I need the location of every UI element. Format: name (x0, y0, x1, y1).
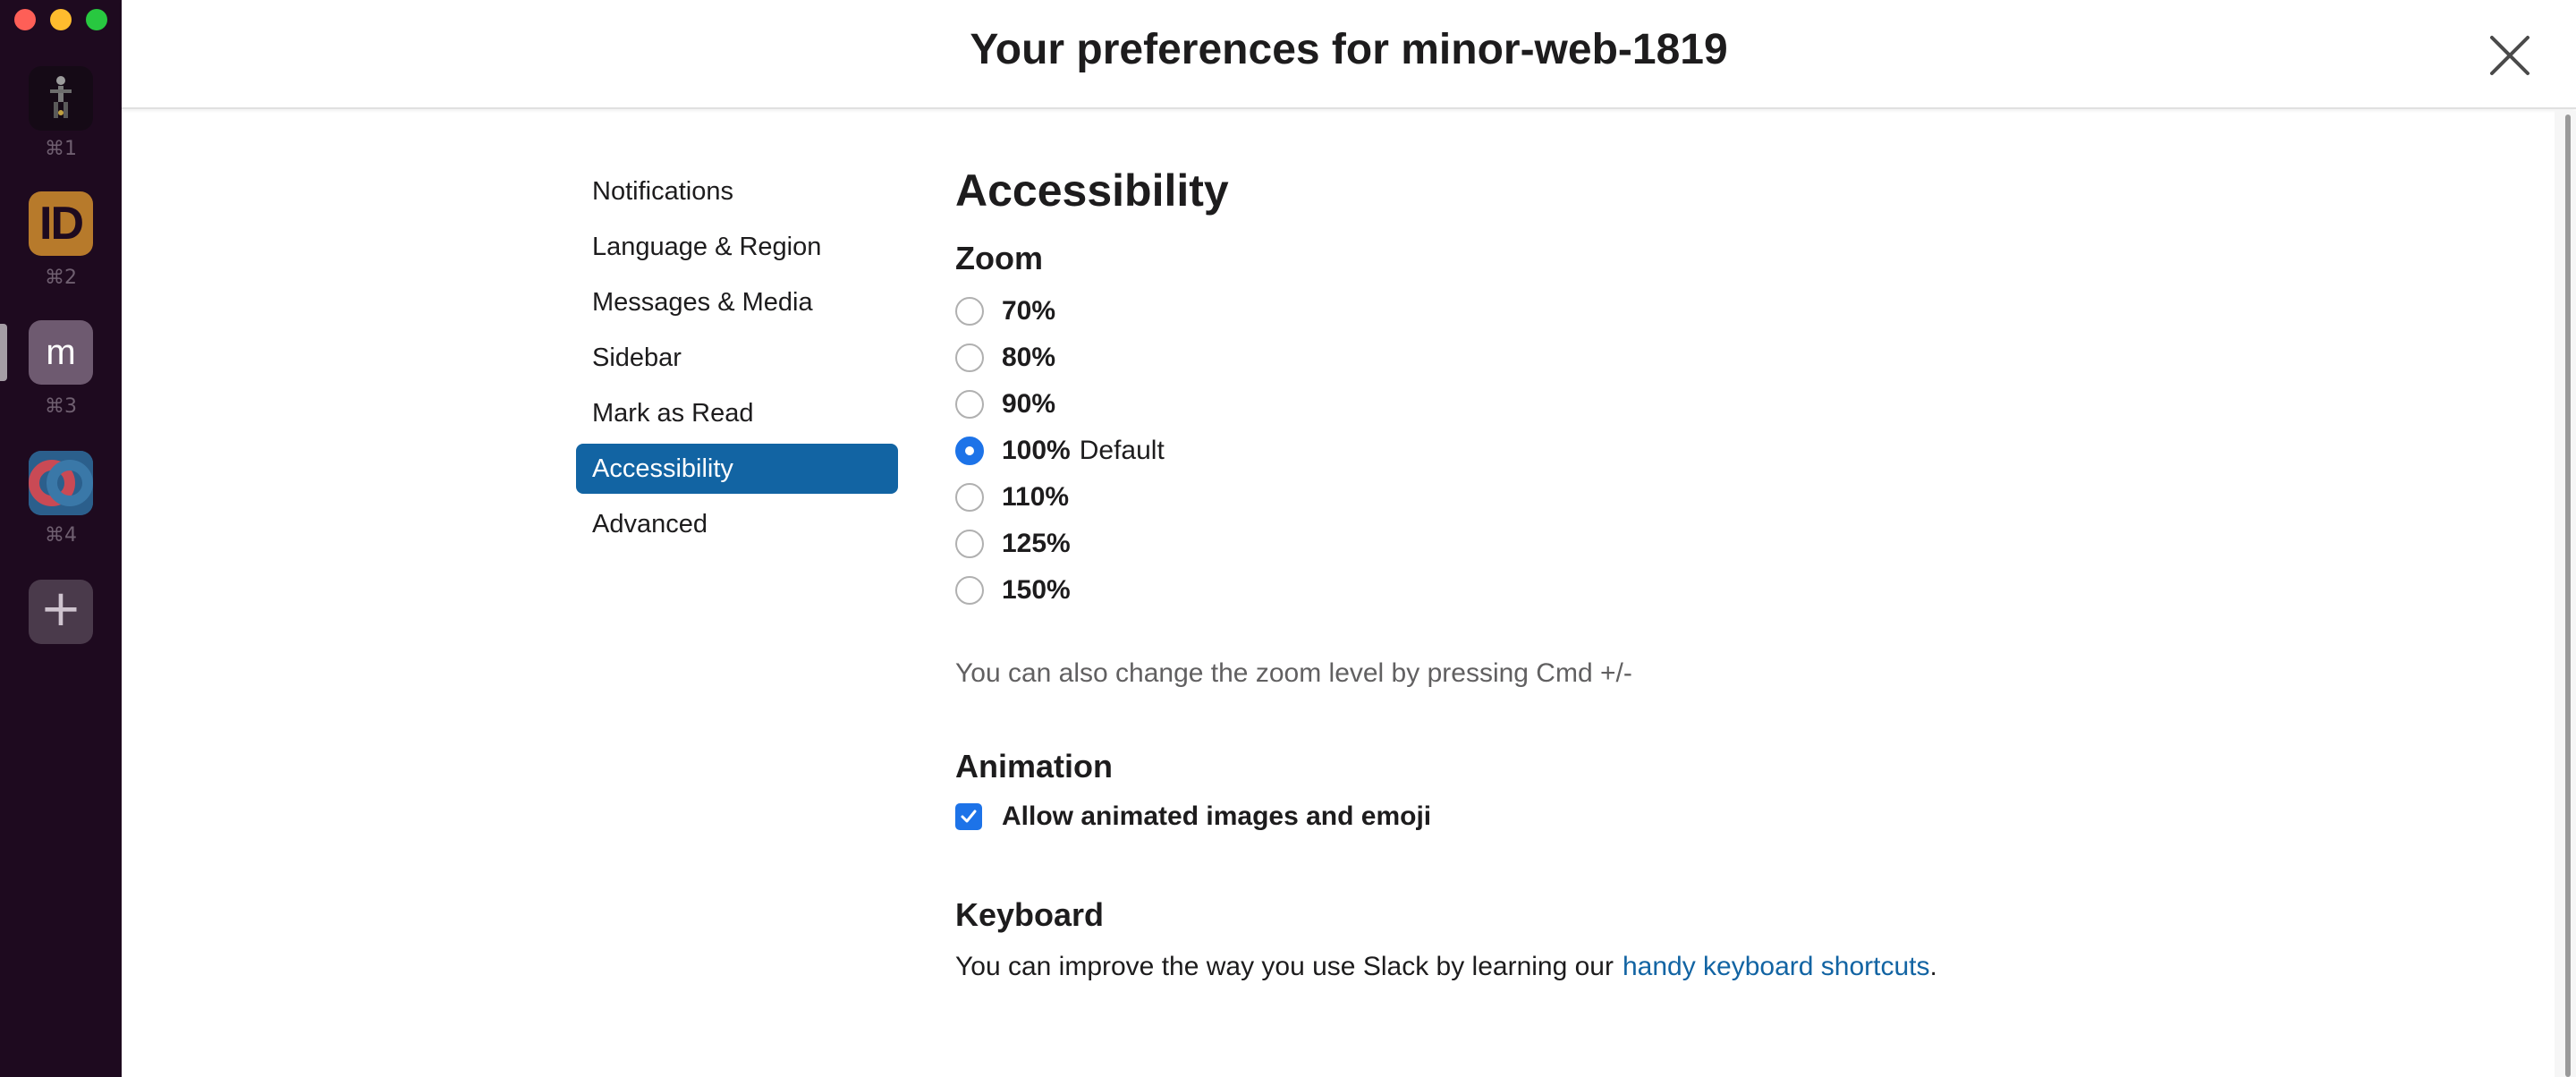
radio-button[interactable] (955, 297, 984, 326)
window-close-button[interactable] (14, 9, 36, 30)
workspace-4-button[interactable] (29, 451, 93, 515)
radio-button[interactable] (955, 343, 984, 372)
zoom-hint: You can also change the zoom level by pr… (955, 658, 1632, 688)
workspace-2-shortcut: ⌘2 (45, 267, 77, 289)
nav-item-sidebar[interactable]: Sidebar (576, 333, 898, 383)
keyboard-description: You can improve the way you use Slack by… (955, 952, 2386, 982)
window-minimize-button[interactable] (50, 9, 72, 30)
preferences-header: Your preferences for minor-web-1819 (122, 0, 2576, 109)
zoom-option-125[interactable]: 125% (955, 521, 2386, 567)
zoom-option-label: 150% (1002, 575, 1071, 605)
keyboard-text: You can improve the way you use Slack by… (955, 952, 1614, 981)
scrollbar-thumb[interactable] (2565, 114, 2571, 1077)
keyboard-shortcuts-link[interactable]: handy keyboard shortcuts (1623, 952, 1930, 981)
checkmark-icon (961, 810, 977, 823)
nav-item-messages-media[interactable]: Messages & Media (576, 277, 898, 327)
page-title: Your preferences for minor-web-1819 (970, 26, 1728, 73)
animation-heading: Animation (955, 748, 1113, 784)
window-zoom-button[interactable] (86, 9, 107, 30)
nav-item-accessibility[interactable]: Accessibility (576, 444, 898, 494)
zoom-option-70[interactable]: 70% (955, 288, 2386, 335)
keyboard-heading: Keyboard (955, 896, 1105, 933)
zoom-heading: Zoom (955, 240, 1043, 276)
zoom-option-150[interactable]: 150% (955, 567, 2386, 614)
workspace-4-shortcut: ⌘4 (45, 524, 77, 547)
zoom-option-100[interactable]: 100% Default (955, 428, 2386, 474)
close-icon[interactable] (2487, 32, 2533, 79)
nav-item-notifications[interactable]: Notifications (576, 166, 898, 216)
figure-icon (50, 76, 72, 118)
zoom-option-label: 100% (1002, 436, 1071, 465)
zoom-option-90[interactable]: 90% (955, 381, 2386, 428)
workspace-rail: ⌘1 ID ⌘2 m ⌘3 ⌘4 + (0, 0, 122, 1077)
zoom-option-label: 80% (1002, 343, 1056, 372)
radio-button-selected[interactable] (955, 437, 984, 465)
keyboard-text-suffix: . (1929, 952, 1937, 981)
radio-button[interactable] (955, 530, 984, 558)
workspace-2-initials: ID (39, 198, 84, 250)
add-workspace-button[interactable]: + (29, 580, 93, 644)
zoom-option-label: 70% (1002, 296, 1056, 326)
radio-button[interactable] (955, 483, 984, 512)
workspace-3-shortcut: ⌘3 (45, 395, 77, 418)
section-title: Accessibility (955, 165, 1229, 216)
nav-item-mark-as-read[interactable]: Mark as Read (576, 388, 898, 438)
workspace-1-shortcut: ⌘1 (45, 138, 77, 160)
nav-item-advanced[interactable]: Advanced (576, 499, 898, 549)
zoom-option-label: 90% (1002, 389, 1056, 419)
zoom-option-110[interactable]: 110% (955, 474, 2386, 521)
workspace-1-button[interactable] (29, 66, 93, 131)
workspace-3-button[interactable]: m (29, 320, 93, 385)
zoom-default-tag: Default (1079, 436, 1165, 465)
zoom-option-label: 110% (1002, 482, 1070, 512)
radio-button[interactable] (955, 390, 984, 419)
zoom-option-80[interactable]: 80% (955, 335, 2386, 381)
rings-icon (29, 451, 93, 515)
active-workspace-indicator (0, 324, 7, 381)
checkbox-checked[interactable] (955, 803, 982, 830)
checkbox-label: Allow animated images and emoji (1002, 801, 1432, 831)
animated-images-option[interactable]: Allow animated images and emoji (955, 801, 2386, 832)
radio-button[interactable] (955, 576, 984, 605)
zoom-option-label: 125% (1002, 529, 1071, 558)
workspace-3-initials: m (46, 332, 76, 372)
workspace-2-button[interactable]: ID (29, 191, 93, 256)
preferences-nav: Notifications Language & Region Messages… (576, 166, 898, 555)
plus-icon: + (39, 580, 82, 638)
accessibility-panel: Accessibility Zoom 70% 80% 90% 100% Defa… (955, 165, 2386, 982)
nav-item-language-region[interactable]: Language & Region (576, 222, 898, 272)
